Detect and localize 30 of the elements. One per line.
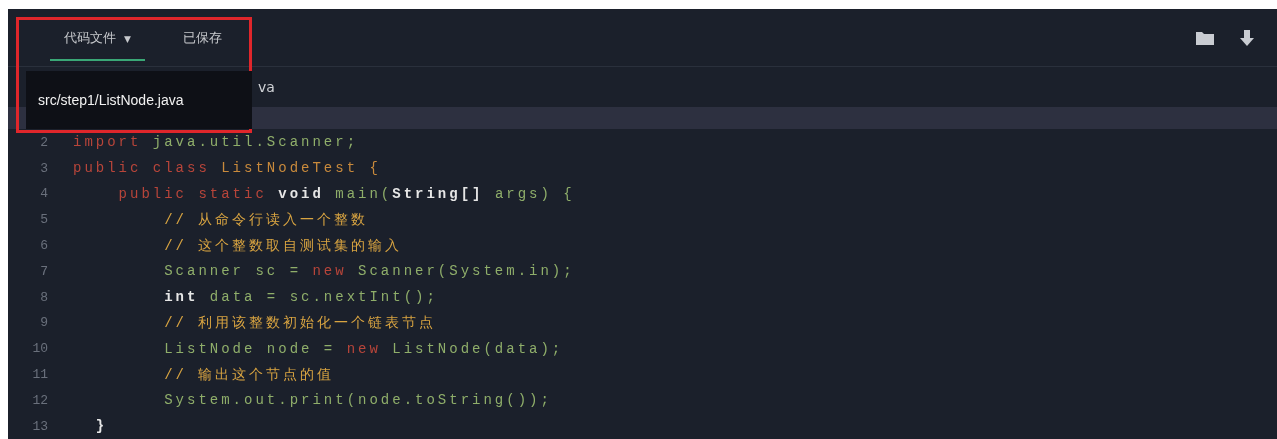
download-icon[interactable]: [1239, 28, 1255, 47]
code-line: // 输出这个节点的值: [163, 365, 335, 384]
line-number: 6: [39, 238, 48, 253]
code-line: int data = sc.nextInt();: [163, 289, 438, 306]
line-number: 4: [39, 186, 48, 202]
code-line: // 利用该整数初始化一个链表节点: [163, 313, 437, 332]
line-number: 2: [39, 134, 48, 150]
folder-icon[interactable]: [1195, 29, 1215, 46]
code-line: // 从命令行读入一个整数: [163, 210, 369, 229]
file-tab[interactable]: 已保存: [168, 14, 236, 61]
line-number: 11: [31, 367, 48, 382]
line-number: 9: [39, 315, 48, 331]
line-number: 7: [39, 263, 48, 279]
code-line: ListNode node = new ListNode(data);: [163, 340, 564, 357]
line-number: 3: [39, 160, 48, 176]
code-line: // 这个整数取自测试集的输入: [163, 236, 403, 255]
code-line: public class ListNodeTest {: [73, 160, 381, 177]
code-line: }: [94, 418, 108, 435]
code-line: import java.util.Scanner;: [73, 134, 359, 151]
line-number: 13: [31, 418, 48, 434]
line-number: 8: [39, 289, 48, 305]
line-number: 5: [39, 212, 48, 228]
file-tab[interactable]: 代码文件 ▼: [50, 14, 145, 61]
code-line: Scanner sc = new Scanner(System.in);: [163, 263, 575, 280]
file-path: va: [258, 79, 275, 96]
code-line: public static void main(String[] args) {: [117, 185, 575, 202]
line-number: 10: [31, 341, 48, 357]
line-number: 12: [31, 392, 48, 408]
file-menu-item[interactable]: src/step1/ListNode.java: [26, 88, 252, 113]
code-line: System.out.print(node.toString());: [163, 392, 552, 409]
